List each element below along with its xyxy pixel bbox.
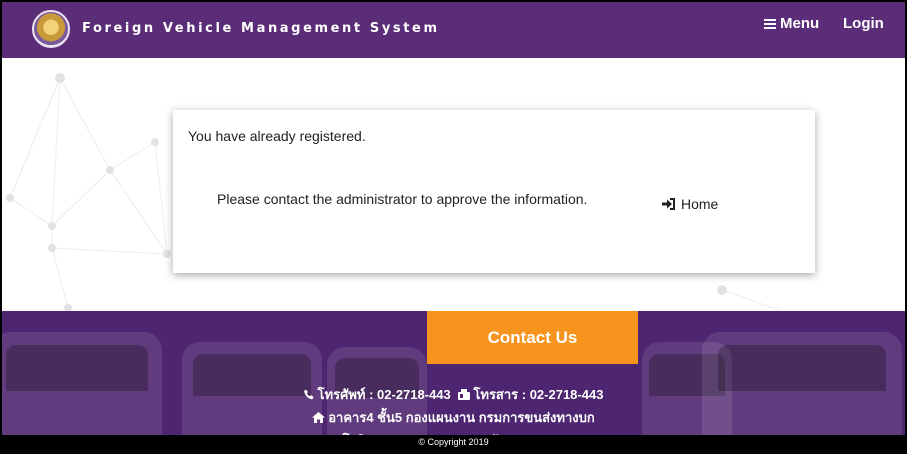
app-title: Foreign Vehicle Management System — [82, 21, 440, 36]
contact-phone-fax: โทรศัพท์ : 02-2718-443 โทรสาร : 02-2718-… — [2, 384, 905, 405]
fax-number: โทรสาร : 02-2718-443 — [473, 387, 604, 402]
registration-status-card: You have already registered. Please cont… — [173, 110, 815, 273]
contact-admin-message: Please contact the administrator to appr… — [217, 191, 588, 207]
government-seal-logo[interactable] — [32, 10, 70, 48]
contact-us-button[interactable]: Contact Us — [427, 311, 638, 364]
copyright-bar: © Copyright 2019 — [2, 435, 905, 452]
home-icon — [312, 412, 326, 423]
fax-icon — [458, 389, 471, 400]
address-line-1: อาคาร4 ชั้น5 กองแผนงาน กรมการขนส่งทางบก — [2, 407, 905, 428]
main-content: You have already registered. Please cont… — [2, 58, 905, 311]
address-building: อาคาร4 ชั้น5 กองแผนงาน กรมการขนส่งทางบก — [328, 410, 595, 425]
page-frame: Foreign Vehicle Management System Menu L… — [2, 2, 905, 452]
phone-number: โทรศัพท์ : 02-2718-443 — [317, 387, 451, 402]
top-navbar: Foreign Vehicle Management System Menu L… — [2, 2, 905, 58]
home-link[interactable]: Home — [662, 196, 718, 212]
already-registered-message: You have already registered. — [188, 128, 366, 144]
menu-button[interactable]: Menu — [764, 15, 819, 32]
sign-in-icon — [662, 198, 675, 210]
login-link[interactable]: Login — [843, 15, 884, 32]
footer: Contact Us โทรศัพท์ : 02-2718-443 โทรสาร… — [2, 311, 905, 452]
hamburger-icon — [764, 18, 776, 29]
home-label: Home — [681, 196, 719, 212]
phone-icon — [303, 389, 314, 400]
menu-label: Menu — [780, 15, 820, 32]
